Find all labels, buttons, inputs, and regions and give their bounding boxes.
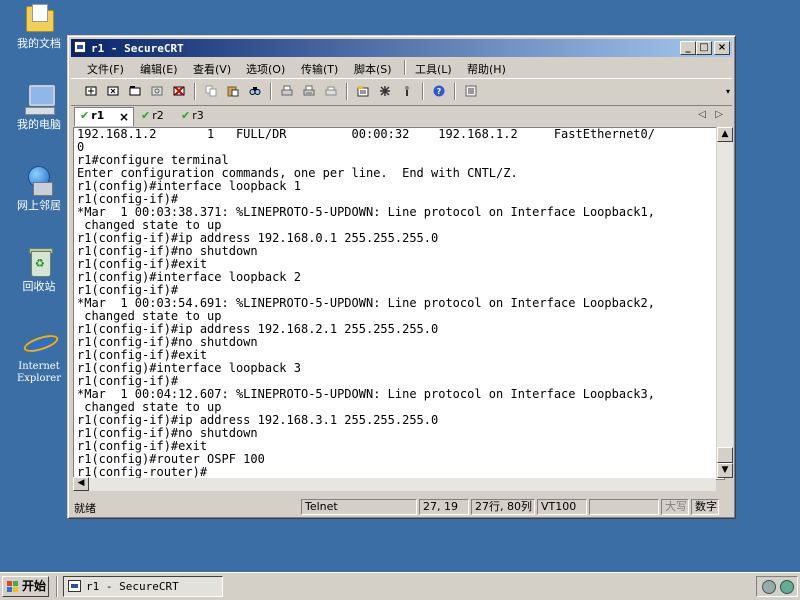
status-caps-lock: 大写 bbox=[661, 499, 689, 515]
menu-transfer[interactable]: 传输(T) bbox=[301, 61, 338, 77]
connect-icon[interactable] bbox=[83, 83, 99, 99]
session-tab-bar: ✔ r1 × ✔ r2 ✔ r3 ◁ ▷ bbox=[71, 106, 732, 126]
quick-connect-icon[interactable] bbox=[105, 83, 121, 99]
menu-script[interactable]: 脚本(S) bbox=[354, 61, 392, 77]
tab-label: r1 bbox=[91, 109, 105, 122]
toolbar-separator bbox=[346, 83, 347, 100]
taskbar-button-label: r1 - SecureCRT bbox=[86, 580, 179, 593]
desktop-icon-my-documents[interactable]: 我的文档 bbox=[1, 2, 77, 50]
desktop-icon-label: Internet Explorer bbox=[16, 361, 62, 384]
menu-tools[interactable]: 工具(L) bbox=[415, 61, 452, 77]
connected-check-icon: ✔ bbox=[80, 109, 90, 122]
scroll-down-icon[interactable]: ▼ bbox=[717, 463, 733, 478]
menu-edit[interactable]: 编辑(E) bbox=[140, 61, 178, 77]
start-button[interactable]: 开始 bbox=[2, 576, 49, 597]
terminal-output[interactable]: 192.168.1.2 1 FULL/DR 00:00:32 192.168.1… bbox=[73, 127, 725, 480]
desktop-icon-network-places[interactable]: 网上邻居 bbox=[1, 164, 77, 212]
print-selection-icon[interactable] bbox=[301, 83, 317, 99]
scroll-left-icon[interactable]: ◀ bbox=[73, 477, 89, 491]
global-options-icon[interactable] bbox=[377, 83, 393, 99]
tray-status-icon[interactable] bbox=[780, 580, 794, 594]
status-terminal-size: 27行, 80列 bbox=[471, 499, 535, 515]
horizontal-scrollbar[interactable]: ◀ bbox=[73, 477, 716, 491]
securecrt-app-icon bbox=[68, 580, 81, 592]
windows-logo-icon bbox=[7, 581, 19, 592]
menu-options[interactable]: 选项(O) bbox=[246, 61, 285, 77]
toolbar: ? ▾ bbox=[71, 78, 732, 106]
status-cursor-position: 27, 19 bbox=[419, 499, 469, 515]
start-label: 开始 bbox=[22, 579, 47, 593]
connected-check-icon: ✔ bbox=[181, 109, 191, 122]
menu-bar: 文件(F) 编辑(E) 查看(V) 选项(O) 传输(T) 脚本(S) 工具(L… bbox=[71, 58, 732, 77]
find-icon[interactable] bbox=[247, 83, 263, 99]
tab-label: r3 bbox=[192, 109, 204, 122]
toolbar-separator bbox=[422, 83, 423, 100]
internet-explorer-icon: e bbox=[21, 326, 61, 358]
taskbar: 开始 r1 - SecureCRT bbox=[0, 572, 800, 600]
my-computer-icon bbox=[23, 83, 55, 115]
paste-icon[interactable] bbox=[225, 83, 241, 99]
taskbar-separator bbox=[56, 576, 58, 597]
desktop-icon-internet-explorer[interactable]: e Internet Explorer bbox=[1, 326, 77, 385]
toolbar-separator bbox=[194, 83, 195, 100]
status-ready: 就绪 bbox=[74, 502, 96, 515]
close-tab-icon[interactable]: × bbox=[119, 110, 129, 124]
system-tray bbox=[756, 576, 798, 597]
tray-network-icon[interactable] bbox=[762, 580, 776, 594]
status-emulation: VT100 bbox=[537, 499, 587, 515]
recycle-bin-icon: ♻ bbox=[23, 245, 55, 277]
toolbar-separator bbox=[270, 83, 271, 100]
window-title: r1 - SecureCRT bbox=[91, 42, 184, 55]
sftp-icon[interactable] bbox=[463, 83, 479, 99]
status-bar: 就绪 Telnet 27, 19 27行, 80列 VT100 大写 数字 bbox=[71, 497, 732, 516]
tab-r1[interactable]: ✔ r1 × bbox=[74, 107, 134, 126]
menu-help[interactable]: 帮助(H) bbox=[467, 61, 506, 77]
close-button[interactable]: × bbox=[714, 41, 730, 55]
securecrt-window: r1 - SecureCRT _ □ × 文件(F) 编辑(E) 查看(V) 选… bbox=[67, 35, 736, 519]
terminal-text: 192.168.1.2 1 FULL/DR 00:00:32 192.168.1… bbox=[77, 127, 655, 479]
window-titlebar[interactable]: r1 - SecureCRT _ □ × bbox=[71, 39, 732, 57]
scroll-thumb[interactable] bbox=[717, 447, 733, 463]
menu-view[interactable]: 查看(V) bbox=[193, 61, 231, 77]
connect-in-tab-icon[interactable] bbox=[127, 83, 143, 99]
desktop-icon-label: 我的文档 bbox=[17, 37, 61, 50]
desktop-icon-label: 网上邻居 bbox=[17, 199, 61, 212]
tab-label: r2 bbox=[152, 109, 164, 122]
print-setup-icon[interactable] bbox=[323, 83, 339, 99]
tab-scroll-left-icon[interactable]: ◁ bbox=[698, 109, 706, 120]
disconnect-icon[interactable] bbox=[171, 83, 187, 99]
tab-r2[interactable]: ✔ r2 bbox=[139, 107, 175, 125]
reconnect-icon[interactable] bbox=[149, 83, 165, 99]
menu-file[interactable]: 文件(F) bbox=[87, 61, 124, 77]
desktop-icon-label: 我的电脑 bbox=[17, 118, 61, 131]
status-num-lock: 数字 bbox=[691, 499, 719, 515]
desktop-icon-my-computer[interactable]: 我的电脑 bbox=[1, 83, 77, 131]
session-options-icon[interactable] bbox=[355, 83, 371, 99]
securecrt-app-icon[interactable] bbox=[74, 41, 86, 53]
taskbar-button-securecrt[interactable]: r1 - SecureCRT bbox=[63, 576, 223, 597]
menu-separator bbox=[404, 60, 405, 75]
desktop-icon-label: 回收站 bbox=[22, 280, 56, 293]
maximize-button[interactable]: □ bbox=[696, 41, 712, 55]
copy-icon[interactable] bbox=[203, 83, 219, 99]
minimize-button[interactable]: _ bbox=[680, 41, 696, 55]
network-places-icon bbox=[23, 164, 55, 196]
tab-r3[interactable]: ✔ r3 bbox=[179, 107, 215, 125]
status-empty-panel bbox=[589, 499, 659, 515]
vertical-scrollbar[interactable]: ▲ ▼ bbox=[716, 127, 733, 478]
desktop-icon-recycle-bin[interactable]: ♻ 回收站 bbox=[1, 245, 77, 293]
keymap-icon[interactable] bbox=[399, 83, 415, 99]
status-protocol: Telnet bbox=[301, 499, 417, 515]
scroll-up-icon[interactable]: ▲ bbox=[717, 127, 733, 142]
svg-text:?: ? bbox=[437, 87, 442, 96]
my-documents-icon bbox=[23, 2, 55, 34]
print-icon[interactable] bbox=[279, 83, 295, 99]
tab-scroll-right-icon[interactable]: ▷ bbox=[715, 109, 723, 120]
toolbar-separator bbox=[454, 83, 455, 100]
help-icon[interactable]: ? bbox=[431, 83, 447, 99]
connected-check-icon: ✔ bbox=[141, 109, 151, 122]
toolbar-overflow-icon[interactable]: ▾ bbox=[726, 87, 730, 96]
